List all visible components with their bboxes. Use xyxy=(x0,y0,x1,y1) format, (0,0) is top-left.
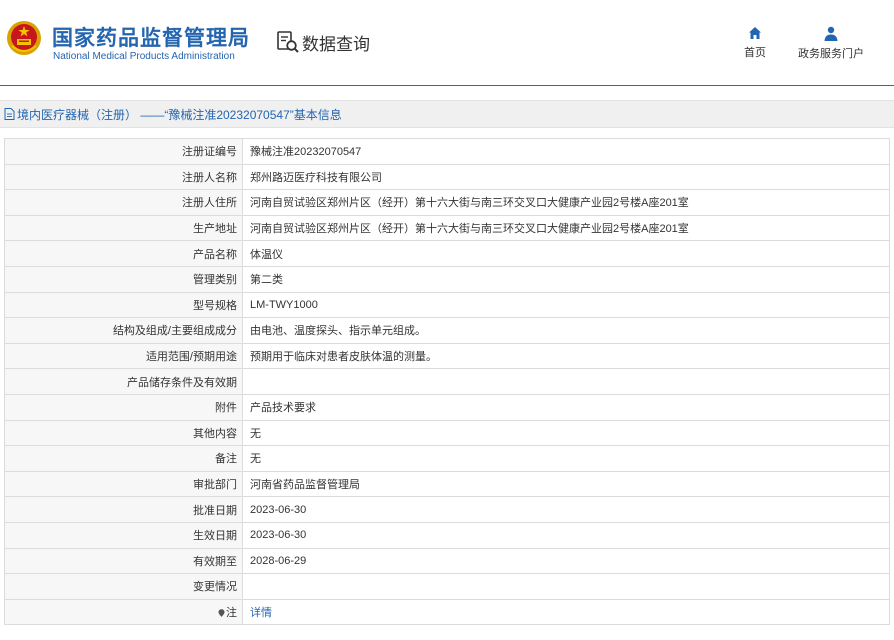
brand-title-en: National Medical Products Administration xyxy=(53,51,235,62)
table-row: 结构及组成/主要组成成分 由电池、温度探头、指示单元组成。 xyxy=(4,317,890,344)
table-row: 生产地址 河南自贸试验区郑州片区（经开）第十六大街与南三环交叉口大健康产业园2号楼… xyxy=(4,214,890,242)
field-label: 产品名称 xyxy=(4,240,243,267)
table-row: 产品名称 体温仪 xyxy=(4,240,890,267)
table-row: 生效日期 2023-06-30 xyxy=(4,521,890,549)
site-header: 国家药品监督管理局 National Medical Products Admi… xyxy=(0,0,894,86)
nav-service-portal[interactable]: 政务服务门户 xyxy=(796,26,866,61)
nav-home-label: 首页 xyxy=(744,47,766,59)
brand-title-cn: 国家药品监督管理局 xyxy=(52,27,250,50)
location-pin-icon xyxy=(218,609,225,617)
record-title: 境内医疗器械（注册） ——“豫械注准20232070547”基本信息 xyxy=(17,107,342,122)
field-value: 预期用于临床对患者皮肤体温的测量。 xyxy=(242,342,890,370)
field-label: 备注 xyxy=(4,445,243,472)
field-value: LM-TWY1000 xyxy=(242,291,890,319)
field-value: 体温仪 xyxy=(242,240,890,267)
field-value xyxy=(242,368,890,395)
field-label: 注册人名称 xyxy=(4,163,243,191)
field-label: 适用范围/预期用途 xyxy=(4,342,243,370)
field-value: 无 xyxy=(242,419,890,447)
home-icon xyxy=(749,27,761,39)
user-icon xyxy=(824,26,838,41)
field-label: 有效期至 xyxy=(4,547,243,575)
document-icon xyxy=(4,108,15,120)
field-label: 生效日期 xyxy=(4,521,243,549)
record-detail-table: 注册证编号 豫械注准20232070547 注册人名称 郑州路迈医疗科技有限公司 注… xyxy=(4,138,890,626)
field-label: 注册证编号 xyxy=(4,138,243,165)
table-row: 变更情况 xyxy=(4,573,890,600)
field-label: 变更情况 xyxy=(4,573,243,600)
table-row: 注册人名称 郑州路迈医疗科技有限公司 xyxy=(4,163,890,191)
nav-service-portal-label: 政务服务门户 xyxy=(798,48,864,60)
table-row: 注册人住所 河南自贸试验区郑州片区（经开）第十六大街与南三环交叉口大健康产业园2号… xyxy=(4,189,890,216)
table-row: 附件 产品技术要求 xyxy=(4,393,890,421)
table-row: 审批部门 河南省药品监督管理局 xyxy=(4,470,890,498)
field-label: 其他内容 xyxy=(4,419,243,447)
field-label: 审批部门 xyxy=(4,470,243,498)
data-query-heading: 数据查询 xyxy=(276,30,370,54)
data-query-icon xyxy=(277,31,299,53)
field-label: 产品储存条件及有效期 xyxy=(4,368,243,395)
field-value: 第二类 xyxy=(242,265,890,293)
field-label: 管理类别 xyxy=(4,265,243,293)
field-label: 注册人住所 xyxy=(4,189,243,216)
field-label: 批准日期 xyxy=(4,496,243,523)
note-label: 注 xyxy=(226,606,237,619)
field-label: 附件 xyxy=(4,393,243,421)
field-value: 2023-06-30 xyxy=(242,521,890,549)
table-row: 型号规格 LM-TWY1000 xyxy=(4,291,890,319)
table-row: 有效期至 2028-06-29 xyxy=(4,547,890,575)
field-value: 河南自贸试验区郑州片区（经开）第十六大街与南三环交叉口大健康产业园2号楼A座20… xyxy=(242,214,890,242)
field-label: 结构及组成/主要组成成分 xyxy=(4,317,243,344)
field-value: 郑州路迈医疗科技有限公司 xyxy=(242,163,890,191)
field-value: 由电池、温度探头、指示单元组成。 xyxy=(242,317,890,344)
table-row-note: 注 详情 xyxy=(4,598,890,626)
details-link[interactable]: 详情 xyxy=(250,607,272,619)
table-row: 其他内容无 xyxy=(4,419,890,447)
field-value: 2023-06-30 xyxy=(242,496,890,523)
field-value: 河南省药品监督管理局 xyxy=(242,470,890,498)
field-label-note: 注 xyxy=(4,598,243,626)
table-row: 管理类别 第二类 xyxy=(4,265,890,293)
field-label: 型号规格 xyxy=(4,291,243,319)
table-row: 适用范围/预期用途 预期用于临床对患者皮肤体温的测量。 xyxy=(4,342,890,370)
field-value: 产品技术要求 xyxy=(242,393,890,421)
table-row: 产品储存条件及有效期 xyxy=(4,368,890,395)
field-value-note: 详情 xyxy=(242,598,890,626)
nav-home[interactable]: 首页 xyxy=(738,26,772,60)
table-row: 注册证编号 豫械注准20232070547 xyxy=(4,138,890,165)
field-label: 生产地址 xyxy=(4,214,243,242)
field-value: 无 xyxy=(242,445,890,472)
data-query-label: 数据查询 xyxy=(302,34,370,54)
field-value: 河南自贸试验区郑州片区（经开）第十六大街与南三环交叉口大健康产业园2号楼A座20… xyxy=(242,189,890,216)
table-row: 备注无 xyxy=(4,445,890,472)
field-value: 2028-06-29 xyxy=(242,547,890,575)
record-title-bar: 境内医疗器械（注册） ——“豫械注准20232070547”基本信息 xyxy=(0,100,894,128)
field-value xyxy=(242,573,890,600)
table-row: 批准日期 2023-06-30 xyxy=(4,496,890,523)
field-value: 豫械注准20232070547 xyxy=(242,138,890,165)
national-emblem-icon xyxy=(7,21,41,55)
